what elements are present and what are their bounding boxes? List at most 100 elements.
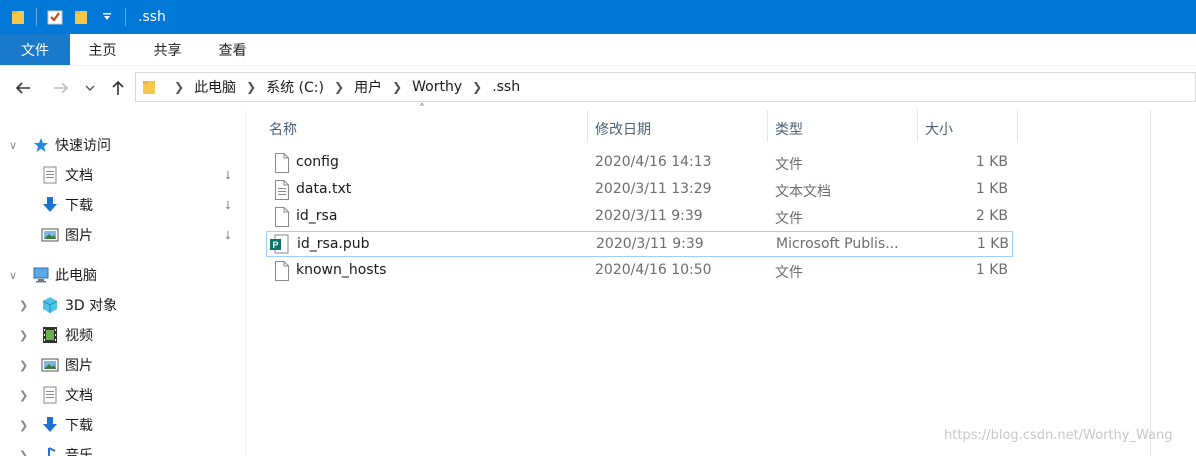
file-size: 1 KB xyxy=(975,181,1008,197)
file-size: 1 KB xyxy=(975,262,1008,278)
qat-separator xyxy=(125,8,126,26)
column-header-type[interactable]: 类型 xyxy=(775,114,803,144)
breadcrumb-worthy[interactable]: Worthy xyxy=(412,79,462,95)
nav-item-documents[interactable]: 文档 ⭣ xyxy=(0,160,246,190)
quick-access-toolbar xyxy=(0,0,134,34)
column-header-name[interactable]: 名称 xyxy=(269,114,297,144)
column-divider[interactable] xyxy=(767,110,768,142)
column-divider[interactable] xyxy=(1017,110,1018,142)
downloads-icon xyxy=(41,416,59,434)
chevron-down-icon[interactable]: ∨ xyxy=(9,139,17,152)
nav-item-3d-objects[interactable]: ❯ 3D 对象 xyxy=(0,290,246,320)
file-size: 1 KB xyxy=(976,236,1009,252)
file-name: id_rsa xyxy=(296,208,338,224)
column-divider[interactable] xyxy=(587,110,588,142)
nav-label: 3D 对象 xyxy=(65,298,118,314)
breadcrumb-ssh[interactable]: .ssh xyxy=(492,79,520,95)
chevron-right-icon[interactable]: ❯ xyxy=(392,80,402,94)
chevron-right-icon[interactable]: ❯ xyxy=(19,419,28,432)
file-name: known_hosts xyxy=(296,262,387,278)
back-arrow-icon xyxy=(15,82,30,94)
properties-icon[interactable] xyxy=(45,7,65,27)
chevron-right-icon[interactable]: ❯ xyxy=(19,329,28,342)
file-name: id_rsa.pub xyxy=(297,236,370,252)
file-icon xyxy=(274,207,290,227)
breadcrumb-system-drive[interactable]: 系统 (C:) xyxy=(266,77,324,97)
folder-icon xyxy=(8,7,28,27)
computer-icon xyxy=(32,266,50,284)
table-row[interactable]: data.txt 2020/3/11 13:29 文本文档 1 KB xyxy=(266,177,1013,203)
nav-item-downloads[interactable]: 下载 ⭣ xyxy=(0,190,246,220)
tab-view[interactable]: 查看 xyxy=(200,34,265,65)
forward-button[interactable] xyxy=(46,73,76,103)
column-header-date[interactable]: 修改日期 xyxy=(595,114,651,144)
ribbon-tabs: 文件 主页 共享 查看 xyxy=(0,34,1196,66)
back-button[interactable] xyxy=(8,73,38,103)
nav-label: 此电脑 xyxy=(55,268,97,284)
file-size: 1 KB xyxy=(975,154,1008,170)
file-type: 文件 xyxy=(775,157,803,173)
breadcrumb-this-pc[interactable]: 此电脑 xyxy=(194,77,236,97)
file-name: config xyxy=(296,154,339,170)
file-date: 2020/3/11 9:39 xyxy=(595,208,703,224)
documents-icon xyxy=(41,166,59,184)
file-name: data.txt xyxy=(296,181,352,197)
nav-label: 音乐 xyxy=(65,448,93,456)
file-date: 2020/4/16 10:50 xyxy=(595,262,712,278)
nav-item-music[interactable]: ❯ 音乐 xyxy=(0,440,246,456)
documents-icon xyxy=(41,386,59,404)
tab-home[interactable]: 主页 xyxy=(70,34,135,65)
chevron-right-icon[interactable]: ❯ xyxy=(174,80,184,94)
nav-item-downloads[interactable]: ❯ 下载 xyxy=(0,410,246,440)
window-title: .ssh xyxy=(138,9,166,25)
new-folder-icon[interactable] xyxy=(71,7,91,27)
table-row[interactable]: config 2020/4/16 14:13 文件 1 KB xyxy=(266,150,1013,176)
3d-objects-icon xyxy=(41,296,59,314)
chevron-right-icon[interactable]: ❯ xyxy=(19,359,28,372)
pin-icon[interactable]: ⭣ xyxy=(225,198,231,213)
customize-dropdown-icon[interactable] xyxy=(97,7,117,27)
file-type: 文本文档 xyxy=(775,184,831,200)
nav-item-pictures[interactable]: ❯ 图片 xyxy=(0,350,246,380)
address-row: ❯ 此电脑 ❯ 系统 (C:) ❯ 用户 ❯ Worthy ❯ .ssh xyxy=(0,66,1196,110)
pin-icon[interactable]: ⭣ xyxy=(225,168,231,183)
pin-icon[interactable]: ⭣ xyxy=(225,228,231,243)
forward-arrow-icon xyxy=(54,82,69,94)
file-type: 文件 xyxy=(775,265,803,281)
chevron-right-icon[interactable]: ❯ xyxy=(19,389,28,402)
column-divider[interactable] xyxy=(917,110,918,142)
table-row[interactable]: id_rsa 2020/3/11 9:39 文件 2 KB xyxy=(266,204,1013,230)
nav-label: 下载 xyxy=(65,198,93,214)
column-header-size[interactable]: 大小 xyxy=(925,114,953,144)
chevron-right-icon[interactable]: ❯ xyxy=(334,80,344,94)
chevron-right-icon[interactable]: ❯ xyxy=(19,449,28,456)
nav-label: 图片 xyxy=(65,358,93,374)
file-date: 2020/3/11 13:29 xyxy=(595,181,712,197)
breadcrumb-users[interactable]: 用户 xyxy=(354,77,382,97)
address-bar[interactable]: ❯ 此电脑 ❯ 系统 (C:) ❯ 用户 ❯ Worthy ❯ .ssh xyxy=(135,72,1196,102)
tab-file[interactable]: 文件 xyxy=(0,34,70,65)
nav-quick-access[interactable]: ∨ 快速访问 xyxy=(0,130,246,160)
file-size: 2 KB xyxy=(975,208,1008,224)
table-row[interactable]: P id_rsa.pub 2020/3/11 9:39 Microsoft Pu… xyxy=(266,231,1013,257)
up-button[interactable] xyxy=(103,73,133,103)
recent-locations-button[interactable] xyxy=(78,73,102,103)
nav-label: 文档 xyxy=(65,168,93,184)
chevron-right-icon[interactable]: ❯ xyxy=(246,80,256,94)
nav-label: 图片 xyxy=(65,228,93,244)
chevron-down-icon xyxy=(85,85,95,91)
svg-text:P: P xyxy=(272,240,278,250)
table-row[interactable]: known_hosts 2020/4/16 10:50 文件 1 KB xyxy=(266,258,1013,284)
nav-item-pictures[interactable]: 图片 ⭣ xyxy=(0,220,246,250)
folder-icon xyxy=(142,79,156,95)
tab-share[interactable]: 共享 xyxy=(135,34,200,65)
nav-item-videos[interactable]: ❯ 视频 xyxy=(0,320,246,350)
title-bar: .ssh xyxy=(0,0,1196,34)
sort-ascending-icon: ˄ xyxy=(419,102,425,116)
nav-item-documents[interactable]: ❯ 文档 xyxy=(0,380,246,410)
nav-this-pc[interactable]: ∨ 此电脑 xyxy=(0,260,246,290)
chevron-down-icon[interactable]: ∨ xyxy=(9,269,17,282)
chevron-right-icon[interactable]: ❯ xyxy=(19,299,28,312)
qat-separator xyxy=(36,8,37,26)
chevron-right-icon[interactable]: ❯ xyxy=(472,80,482,94)
